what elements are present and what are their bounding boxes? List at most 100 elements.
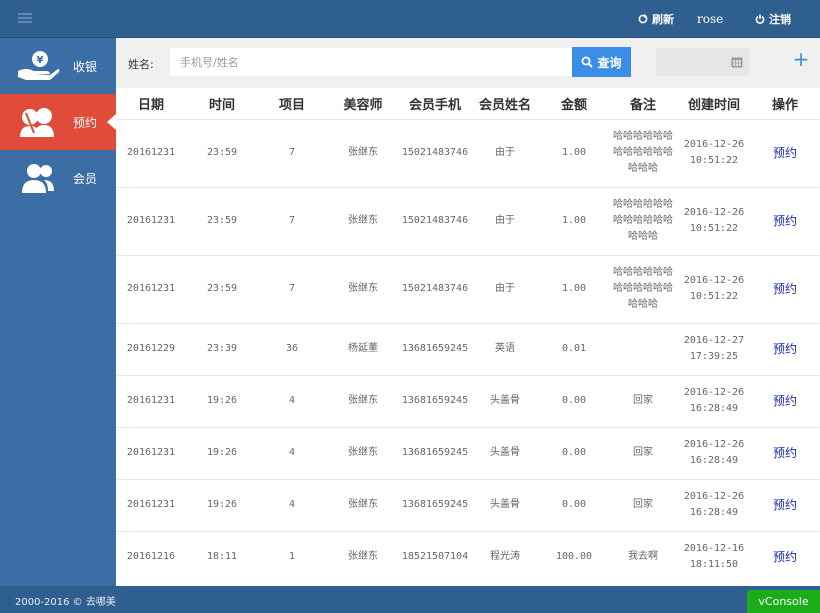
- refresh-icon: [638, 14, 648, 24]
- cell-phone: 15021483746: [400, 254, 470, 323]
- search-button-label: 查询: [597, 55, 622, 70]
- cell-phone: 15021483746: [400, 186, 470, 255]
- sidebar: ¥ 收银 预约 会员: [0, 38, 116, 586]
- appointment-link[interactable]: 预约: [750, 186, 820, 255]
- cash-hand-icon: ¥: [18, 51, 60, 80]
- column-header: 美容师: [343, 97, 383, 113]
- cell-time: 19:26: [186, 426, 258, 479]
- cell-amount: 0.00: [540, 478, 608, 531]
- add-icon[interactable]: +: [791, 48, 811, 72]
- created-time: 17:39:25: [689, 351, 739, 362]
- sidebar-item-members[interactable]: 会员: [0, 150, 116, 206]
- appointment-link[interactable]: 预约: [750, 118, 820, 187]
- cell-amount: 0.00: [540, 374, 608, 427]
- cell-item: 7: [258, 186, 326, 255]
- created-time: 10:51:22: [689, 223, 739, 234]
- cell-member-name: 由于: [470, 186, 540, 255]
- table-row: 20161229 23:39 36 杨延董 13681659245 英语 0.01 2016-…: [116, 322, 820, 375]
- search-input[interactable]: [170, 48, 572, 76]
- column-header: 项目: [278, 97, 305, 113]
- cell-staff: 杨延董: [326, 322, 400, 375]
- cell-item: 4: [258, 426, 326, 479]
- menu-icon[interactable]: [18, 13, 32, 24]
- cell-date: 20161231: [116, 478, 186, 531]
- search-button[interactable]: 查询: [572, 47, 631, 77]
- table-row: 20161231 19:26 4 张继东 13681659245 头盖骨 0.00 回家 201…: [116, 374, 820, 427]
- created-time: 16:28:49: [689, 455, 739, 466]
- cell-created: 2016-12-16 18:11:50: [678, 530, 750, 583]
- copyright-text: 2000-2016 © 去哪美: [15, 597, 116, 608]
- created-date: 2016-12-26: [683, 207, 745, 218]
- cell-phone: 13681659245: [400, 426, 470, 479]
- column-header: 备注: [629, 97, 656, 113]
- appointment-link[interactable]: 预约: [750, 530, 820, 583]
- sidebar-item-cashier[interactable]: ¥ 收银: [0, 38, 116, 94]
- calendar-icon: [731, 57, 743, 68]
- cell-member-name: 程光涛: [470, 530, 540, 583]
- cell-phone: 13681659245: [400, 374, 470, 427]
- cell-created: 2016-12-27 17:39:25: [678, 322, 750, 375]
- column-header: 金额: [560, 97, 587, 113]
- cell-amount: 100.00: [540, 530, 608, 583]
- cell-phone: 15021483746: [400, 118, 470, 187]
- sidebar-item-label: 预约: [73, 115, 98, 130]
- cell-note: 哈哈哈哈哈哈哈哈哈哈哈哈哈哈哈: [608, 254, 678, 323]
- cell-created: 2016-12-26 10:51:22: [678, 118, 750, 187]
- column-header: 创建时间: [687, 97, 740, 113]
- cell-created: 2016-12-26 10:51:22: [678, 186, 750, 255]
- cell-note: [608, 322, 678, 375]
- table-header-row: 日期 时间 项目 美容师 会员手机 会员姓名 金额 备注 创建时间 操作: [116, 88, 820, 119]
- appointment-table: 日期 时间 项目 美容师 会员手机 会员姓名 金额 备注 创建时间 操作 201…: [116, 88, 820, 586]
- cell-date: 20161231: [116, 118, 186, 187]
- cell-time: 19:26: [186, 374, 258, 427]
- vconsole-button[interactable]: vConsole: [747, 590, 820, 613]
- cell-time: 19:26: [186, 478, 258, 531]
- refresh-label: 刷新: [652, 13, 674, 26]
- cell-date: 20161231: [116, 186, 186, 255]
- cell-phone: 18521507104: [400, 530, 470, 583]
- appointment-link[interactable]: 预约: [750, 374, 820, 427]
- appointment-link[interactable]: 预约: [750, 322, 820, 375]
- username: rose: [697, 11, 723, 27]
- created-date: 2016-12-26: [683, 275, 745, 286]
- table-row: 20161231 23:59 7 张继东 15021483746 由于 1.00 哈哈哈哈哈哈…: [116, 254, 820, 323]
- created-date: 2016-12-27: [683, 335, 745, 346]
- username-text: rose: [697, 12, 724, 26]
- cell-staff: 张继东: [326, 254, 400, 323]
- appointment-link[interactable]: 预约: [750, 254, 820, 323]
- column-header: 时间: [208, 97, 235, 113]
- cell-amount: 1.00: [540, 254, 608, 323]
- cell-phone: 13681659245: [400, 322, 470, 375]
- footer: 2000-2016 © 去哪美: [0, 586, 820, 613]
- cell-item: 4: [258, 478, 326, 531]
- appointment-link[interactable]: 预约: [750, 478, 820, 531]
- cell-amount: 1.00: [540, 118, 608, 187]
- cell-note: 回家: [608, 478, 678, 531]
- cell-staff: 张继东: [326, 530, 400, 583]
- cell-item: 36: [258, 322, 326, 375]
- column-header: 日期: [137, 97, 164, 113]
- refresh-button[interactable]: 刷新: [638, 11, 674, 27]
- table-row: 20161231 23:59 7 张继东 15021483746 由于 1.00 哈哈哈哈哈哈…: [116, 118, 820, 187]
- cell-time: 23:39: [186, 322, 258, 375]
- column-header: 操作: [771, 97, 798, 113]
- created-date: 2016-12-26: [683, 139, 745, 150]
- date-picker[interactable]: [656, 48, 749, 76]
- cell-date: 20161231: [116, 426, 186, 479]
- column-header: 会员手机: [408, 97, 461, 113]
- cell-member-name: 头盖骨: [470, 478, 540, 531]
- appointment-link[interactable]: 预约: [750, 426, 820, 479]
- cell-date: 20161231: [116, 374, 186, 427]
- search-bar: 姓名: 查询 +: [116, 38, 820, 88]
- cell-time: 23:59: [186, 254, 258, 323]
- cell-item: 4: [258, 374, 326, 427]
- created-date: 2016-12-26: [683, 387, 745, 398]
- cell-created: 2016-12-26 16:28:49: [678, 478, 750, 531]
- sidebar-item-appointment[interactable]: 预约: [0, 94, 116, 150]
- created-date: 2016-12-26: [683, 439, 745, 450]
- cell-item: 7: [258, 118, 326, 187]
- sidebar-item-label: 会员: [73, 171, 98, 186]
- cell-amount: 0.00: [540, 426, 608, 479]
- created-date: 2016-12-26: [683, 491, 745, 502]
- logout-button[interactable]: 注销: [755, 11, 791, 27]
